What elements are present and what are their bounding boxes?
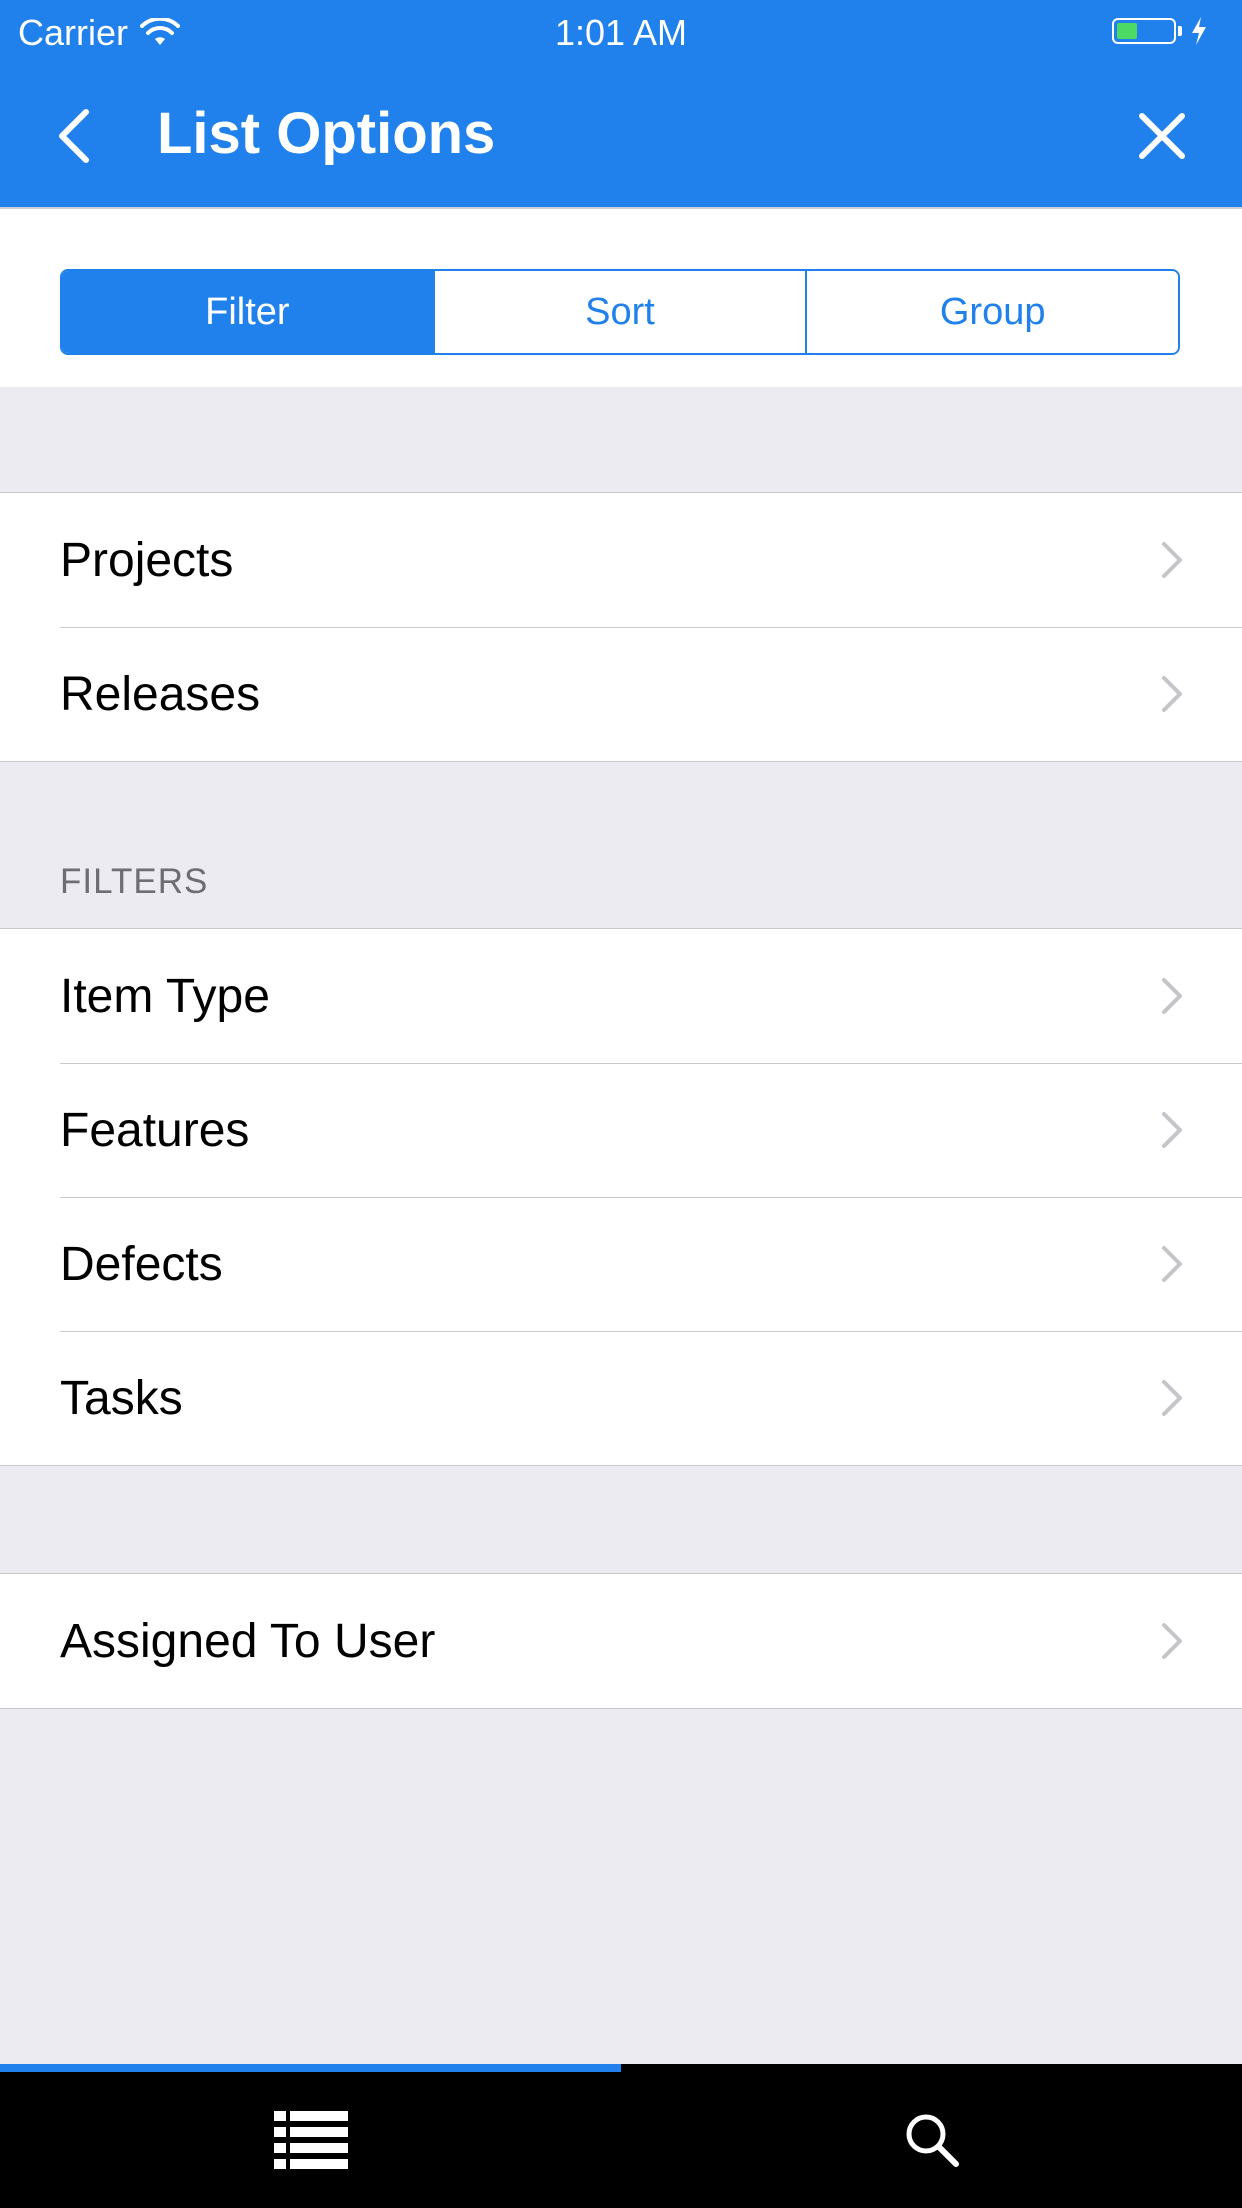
chevron-right-icon: [1162, 978, 1182, 1014]
segment-sort[interactable]: Sort: [432, 271, 806, 353]
chevron-right-icon: [1162, 542, 1182, 578]
navigation-bar: Carrier 1:01 AM List Options: [0, 0, 1242, 207]
list-item-label: Defects: [60, 1237, 223, 1291]
chevron-right-icon: [1162, 1623, 1182, 1659]
list-icon: [273, 2111, 348, 2169]
tab-bar: [0, 2064, 1242, 2208]
segment-group[interactable]: Group: [805, 271, 1178, 353]
list-item-features[interactable]: Features: [0, 1063, 1242, 1197]
list-item-label: Releases: [60, 667, 261, 721]
filters-group: Item Type Features Defects Tasks: [0, 928, 1242, 1466]
scope-group: Projects Releases: [0, 492, 1242, 762]
segment-container: Filter Sort Group: [0, 207, 1242, 387]
list-item-label: Tasks: [60, 1371, 183, 1425]
list-item-label: Projects: [60, 533, 234, 587]
list-item-projects[interactable]: Projects: [0, 493, 1242, 627]
list-item-assigned-to-user[interactable]: Assigned To User: [0, 1574, 1242, 1708]
chevron-right-icon: [1162, 1380, 1182, 1416]
chevron-right-icon: [1162, 676, 1182, 712]
battery-icon: [1112, 16, 1208, 46]
segment-filter[interactable]: Filter: [62, 271, 433, 353]
charging-icon: [1192, 17, 1206, 45]
tab-search[interactable]: [621, 2072, 1242, 2208]
chevron-right-icon: [1162, 1246, 1182, 1282]
list-item-item-type[interactable]: Item Type: [0, 929, 1242, 1063]
list-item-releases[interactable]: Releases: [0, 627, 1242, 761]
list-item-tasks[interactable]: Tasks: [0, 1331, 1242, 1465]
list-item-label: Assigned To User: [60, 1614, 436, 1668]
search-icon: [906, 2114, 959, 2167]
chevron-right-icon: [1162, 1112, 1182, 1148]
tab-list[interactable]: [0, 2072, 621, 2208]
back-chevron-icon[interactable]: [52, 106, 100, 166]
close-icon[interactable]: [1138, 112, 1186, 160]
tab-selection-indicator: [0, 2064, 621, 2072]
list-item-label: Item Type: [60, 969, 270, 1023]
list-item-defects[interactable]: Defects: [0, 1197, 1242, 1331]
assignment-group: Assigned To User: [0, 1573, 1242, 1709]
segmented-control: Filter Sort Group: [60, 269, 1180, 355]
list-item-label: Features: [60, 1103, 250, 1157]
page-title: List Options: [157, 101, 496, 166]
section-header-filters: FILTERS: [60, 862, 209, 901]
status-time: 1:01 AM: [554, 12, 688, 53]
